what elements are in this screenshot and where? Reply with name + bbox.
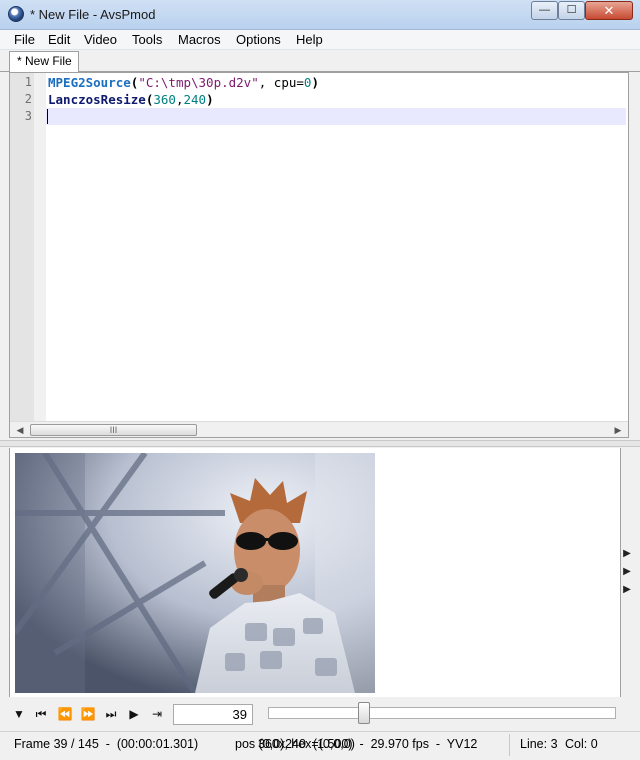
number-literal: 240 — [183, 92, 207, 107]
close-button[interactable]: ✕ — [585, 1, 633, 20]
close-paren: ) — [311, 75, 319, 90]
menu-tools[interactable]: Tools — [132, 32, 162, 47]
menu-edit[interactable]: Edit — [48, 32, 70, 47]
step-forward-icon[interactable]: ⏩ — [78, 705, 98, 723]
status-separator — [509, 734, 510, 756]
cursor-frame-icon[interactable]: ⇥ — [147, 705, 167, 723]
frame-number-input[interactable]: 39 — [173, 704, 253, 725]
maximize-button[interactable]: ☐ — [558, 1, 585, 20]
function-name: LanczosResize — [48, 92, 146, 107]
menu-macros[interactable]: Macros — [178, 32, 221, 47]
argument-separator: , cpu — [258, 75, 297, 90]
script-editor[interactable]: 1 2 3 MPEG2Source("C:\tmp\30p.d2v", cpu=… — [9, 72, 629, 438]
menu-options[interactable]: Options — [236, 32, 281, 47]
video-frame-image — [15, 453, 375, 693]
tab-strip: * New File — [0, 50, 640, 73]
title-bar: * New File - AvsPmod — ☐ ✕ — [0, 0, 640, 30]
text-caret — [47, 109, 48, 124]
scrollbar-thumb[interactable]: III — [30, 424, 197, 436]
code-line-2[interactable]: LanczosResize(360,240) — [48, 92, 214, 109]
playback-toolbar: ▼ ⏮ ⏪ ⏩ ⏭ ▶ ⇥ 39 — [0, 697, 640, 731]
menu-file[interactable]: File — [14, 32, 35, 47]
line-number-gutter: 1 2 3 — [10, 73, 34, 421]
menu-help[interactable]: Help — [296, 32, 323, 47]
triangle-right-icon[interactable]: ▶ — [622, 548, 632, 566]
line-number: 1 — [24, 75, 32, 89]
avspmod-app-icon[interactable] — [8, 6, 24, 22]
status-column: Col: 0 — [565, 737, 598, 751]
line-number: 3 — [24, 109, 32, 123]
scroll-left-arrow-icon[interactable]: ◀ — [12, 424, 28, 436]
status-frame-info: Frame 39 / 145 - (00:00:01.301) — [14, 737, 199, 751]
skip-first-icon[interactable]: ⏮ — [31, 705, 51, 723]
window-title: * New File - AvsPmod — [30, 7, 156, 22]
play-icon[interactable]: ▶ — [124, 705, 144, 723]
function-name: MPEG2Source — [48, 75, 131, 90]
side-arrow-column: ▶ ▶ ▶ — [622, 548, 632, 602]
horizontal-scrollbar[interactable]: ◀ III ▶ — [10, 421, 628, 437]
tab-new-file[interactable]: * New File — [9, 51, 79, 73]
menu-bar: File Edit Video Tools Macros Options Hel… — [0, 30, 640, 50]
editor-video-splitter[interactable] — [0, 440, 640, 447]
status-line: Line: 3 — [520, 737, 558, 751]
string-literal: "C:\tmp\30p.d2v" — [138, 75, 259, 90]
fold-margin[interactable] — [34, 73, 46, 421]
frame-slider-thumb[interactable] — [358, 702, 371, 724]
current-line-highlight — [46, 108, 626, 125]
status-video-info: 360x240 (1.500) - 29.970 fps - YV12 — [258, 737, 478, 751]
scroll-right-arrow-icon[interactable]: ▶ — [610, 424, 626, 436]
number-literal: 360 — [153, 92, 176, 107]
video-preview-panel[interactable] — [9, 448, 621, 697]
frame-slider-track[interactable] — [268, 707, 616, 719]
video-frame-picture — [15, 453, 375, 693]
skip-last-icon[interactable]: ⏭ — [101, 705, 121, 723]
minimize-button[interactable]: — — [531, 1, 558, 20]
step-back-icon[interactable]: ⏪ — [55, 705, 75, 723]
code-line-1[interactable]: MPEG2Source("C:\tmp\30p.d2v", cpu=0) — [48, 75, 319, 92]
triangle-right-icon[interactable]: ▶ — [622, 584, 632, 602]
status-bar: Frame 39 / 145 - (00:00:01.301) pos (0,0… — [0, 731, 640, 760]
triangle-down-icon[interactable]: ▼ — [9, 705, 29, 723]
triangle-right-icon[interactable]: ▶ — [622, 566, 632, 584]
line-number: 2 — [24, 92, 32, 106]
menu-video[interactable]: Video — [84, 32, 117, 47]
equals-sign: = — [296, 75, 304, 90]
close-paren: ) — [206, 92, 214, 107]
